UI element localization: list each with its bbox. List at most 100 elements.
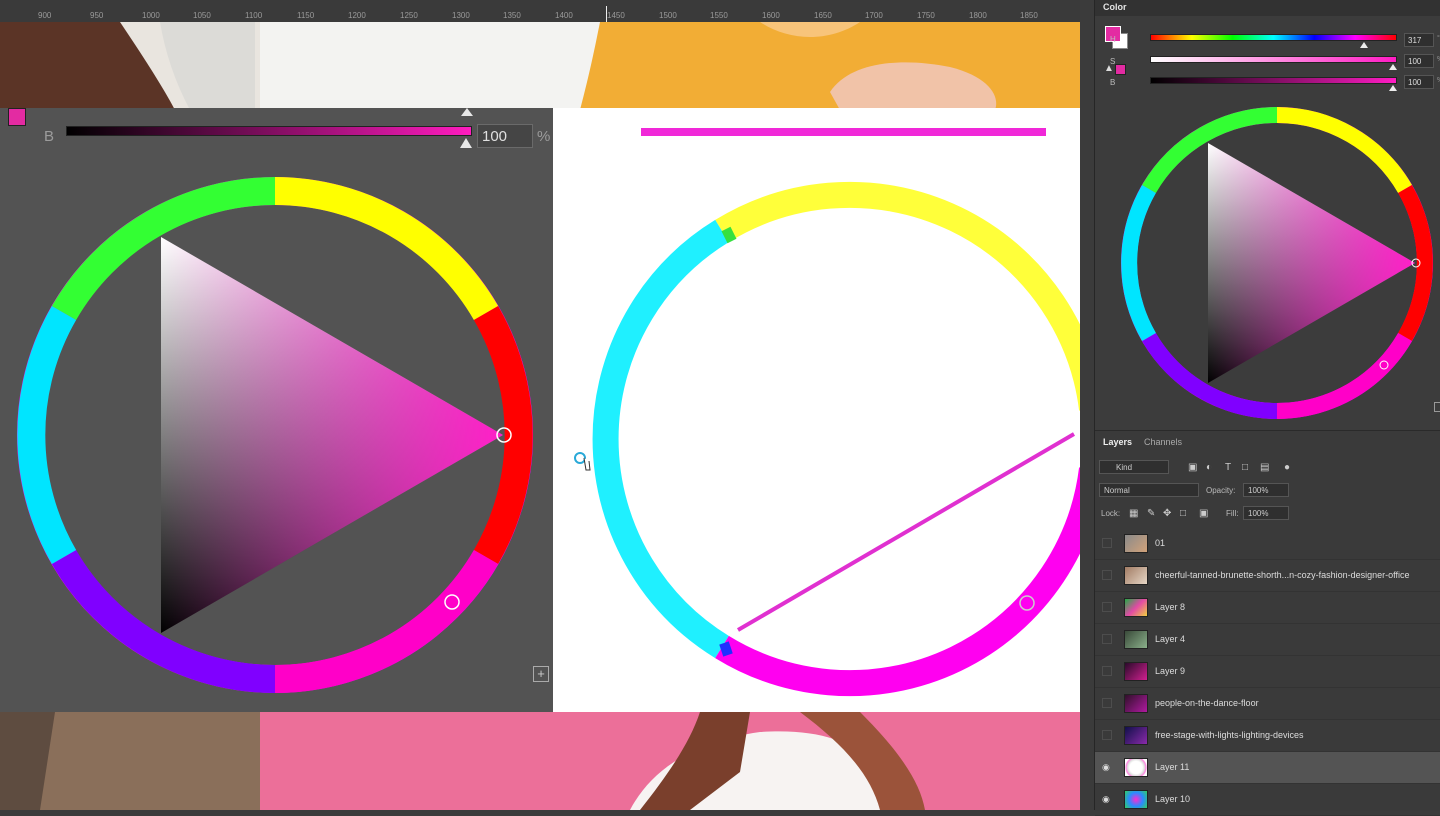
type-filter-icon[interactable]: T <box>1225 462 1231 473</box>
ruler-tick: 1350 <box>503 11 521 20</box>
ruler-tick: 1750 <box>917 11 935 20</box>
hand-cursor-icon <box>574 452 591 471</box>
saturation-slider-thumb[interactable] <box>1389 64 1397 70</box>
lock-all-icon[interactable]: ▣ <box>1199 508 1208 519</box>
lock-brush-icon[interactable]: ✎ <box>1147 508 1155 519</box>
layers-panel: Layers Channels Kind ▣ ◐ T □ ▤ ● Normal … <box>1095 430 1440 816</box>
color-panel-tab[interactable]: Color <box>1095 0 1440 16</box>
layer-row[interactable]: people-on-the-dance-floor <box>1095 688 1440 720</box>
layer-name[interactable]: people-on-the-dance-floor <box>1155 698 1259 708</box>
hue-label: H <box>1110 35 1116 44</box>
ruler-tick: 1050 <box>193 11 211 20</box>
layer-thumbnail[interactable] <box>1124 630 1148 649</box>
layer-thumbnail[interactable] <box>1124 726 1148 745</box>
color-wheel[interactable] <box>1095 104 1440 424</box>
layer-name[interactable]: Layer 11 <box>1155 762 1189 772</box>
layer-name[interactable]: Layer 8 <box>1155 602 1185 612</box>
layer-name[interactable]: Layer 9 <box>1155 666 1185 676</box>
layer-thumbnail[interactable] <box>1124 694 1148 713</box>
layer-row[interactable]: free-stage-with-lights-lighting-devices <box>1095 720 1440 752</box>
image-filter-icon[interactable]: ▣ <box>1188 462 1197 473</box>
photo-bottom-strip <box>0 712 1080 810</box>
layer-thumbnail[interactable] <box>1124 758 1148 777</box>
ruler-tick: 1300 <box>452 11 470 20</box>
filter-kind-select[interactable]: Kind <box>1099 460 1169 474</box>
brightness-slider[interactable] <box>1150 77 1397 84</box>
visibility-eye-icon[interactable] <box>1102 570 1112 580</box>
right-panel: Color ▲ H 317 ° S 100 % B 100 % <box>1094 0 1440 816</box>
ruler-tick: 1450 <box>607 11 625 20</box>
blend-mode-select[interactable]: Normal <box>1099 483 1199 497</box>
horizontal-ruler: 900 950 1000 1050 1100 1150 1200 1250 13… <box>0 0 1080 23</box>
zoom-color-wheel[interactable] <box>0 108 553 712</box>
opacity-label: Opacity: <box>1206 486 1236 495</box>
lock-label: Lock: <box>1101 509 1121 518</box>
layer-name[interactable]: cheerful-tanned-brunette-shorth...n-cozy… <box>1155 570 1409 580</box>
shape-filter-icon[interactable]: □ <box>1242 462 1248 473</box>
layer-name[interactable]: 01 <box>1155 538 1165 548</box>
ruler-tick: 950 <box>90 11 104 20</box>
layer-row[interactable]: ◉ Layer 10 <box>1095 784 1440 816</box>
ruler-cursor-marker <box>606 6 607 22</box>
layer-row[interactable]: Layer 9 <box>1095 656 1440 688</box>
brightness-slider-thumb[interactable] <box>1389 85 1397 91</box>
fill-label: Fill: <box>1226 509 1239 518</box>
tab-channels[interactable]: Channels <box>1144 437 1182 447</box>
visibility-eye-icon[interactable] <box>1102 730 1112 740</box>
layer-row[interactable]: cheerful-tanned-brunette-shorth...n-cozy… <box>1095 560 1440 592</box>
plus-square-icon[interactable]: + <box>533 666 549 682</box>
saturation-slider[interactable] <box>1150 56 1397 63</box>
lock-position-icon[interactable]: ✥ <box>1163 508 1171 519</box>
saturation-input[interactable]: 100 <box>1404 54 1434 68</box>
color-tab-label: Color <box>1103 2 1127 12</box>
hue-input[interactable]: 317 <box>1404 33 1434 47</box>
layer-row[interactable]: 01 <box>1095 528 1440 560</box>
lock-artboard-icon[interactable]: □ <box>1180 508 1186 519</box>
layer-thumbnail[interactable] <box>1124 790 1148 809</box>
ruler-tick: 1400 <box>555 11 573 20</box>
brightness-input[interactable]: 100 <box>1404 75 1434 89</box>
layer-name[interactable]: free-stage-with-lights-lighting-devices <box>1155 730 1304 740</box>
visibility-eye-icon[interactable] <box>1102 666 1112 676</box>
ruler-tick: 1000 <box>142 11 160 20</box>
hue-slider[interactable] <box>1150 34 1397 41</box>
ruler-tick: 900 <box>38 11 52 20</box>
fill-input[interactable]: 100% <box>1243 506 1289 520</box>
visibility-eye-icon[interactable] <box>1102 538 1112 548</box>
layer-thumbnail[interactable] <box>1124 662 1148 681</box>
visibility-eye-icon[interactable]: ◉ <box>1102 794 1112 804</box>
color-wheel-expand-icon[interactable] <box>1434 402 1440 412</box>
ruler-tick: 1700 <box>865 11 883 20</box>
visibility-eye-icon[interactable] <box>1102 602 1112 612</box>
layer-name[interactable]: Layer 4 <box>1155 634 1185 644</box>
brightness-label: B <box>1110 78 1116 87</box>
drawn-hue-ring <box>574 128 1080 697</box>
ruler-tick: 1800 <box>969 11 987 20</box>
layer-thumbnail[interactable] <box>1124 534 1148 553</box>
layer-row[interactable]: ◉ Layer 11 <box>1095 752 1440 784</box>
ruler-tick: 1150 <box>297 11 315 20</box>
tab-layers[interactable]: Layers <box>1103 437 1132 447</box>
ruler-tick: 1850 <box>1020 11 1038 20</box>
gamut-warning-swatch[interactable] <box>1115 64 1126 75</box>
visibility-eye-icon[interactable] <box>1102 698 1112 708</box>
layer-thumbnail[interactable] <box>1124 566 1148 585</box>
visibility-eye-icon[interactable] <box>1102 634 1112 644</box>
hue-slider-thumb[interactable] <box>1360 42 1368 48</box>
layer-row[interactable]: Layer 4 <box>1095 624 1440 656</box>
lock-transparency-icon[interactable]: ▦ <box>1129 508 1138 519</box>
adjustment-filter-icon[interactable]: ◐ <box>1206 462 1212 473</box>
document-canvas[interactable]: 900 950 1000 1050 1100 1150 1200 1250 13… <box>0 0 1080 810</box>
layer-thumbnail[interactable] <box>1124 598 1148 617</box>
hue-unit: ° <box>1437 35 1440 42</box>
visibility-eye-icon[interactable]: ◉ <box>1102 762 1112 772</box>
filter-toggle-icon[interactable]: ● <box>1284 462 1290 473</box>
ruler-tick: 1600 <box>762 11 780 20</box>
opacity-input[interactable]: 100% <box>1243 483 1289 497</box>
layer-row[interactable]: Layer 8 <box>1095 592 1440 624</box>
smart-object-filter-icon[interactable]: ▤ <box>1260 462 1269 473</box>
zoomed-color-panel: B 100 % + <box>0 108 553 712</box>
layer-name[interactable]: Layer 10 <box>1155 794 1190 804</box>
ruler-tick: 1100 <box>245 11 263 20</box>
drawing-area[interactable] <box>553 108 1080 712</box>
